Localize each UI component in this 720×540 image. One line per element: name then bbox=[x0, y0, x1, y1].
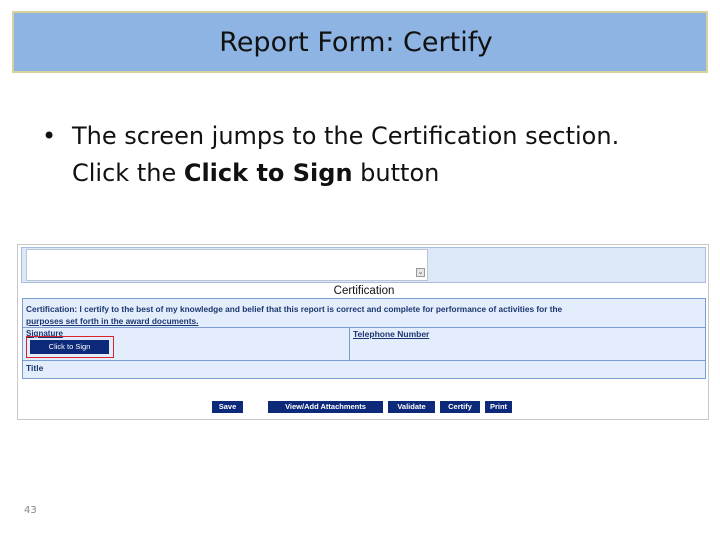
slide-title: Report Form: Certify bbox=[219, 26, 493, 58]
validate-button[interactable]: Validate bbox=[388, 401, 435, 413]
scroll-down-icon[interactable]: ⌄ bbox=[416, 268, 425, 277]
instruction-text-post: button bbox=[352, 159, 440, 187]
instruction-button-name: Click to Sign bbox=[183, 159, 353, 187]
comments-textarea[interactable] bbox=[26, 249, 428, 281]
title-label: Title bbox=[26, 363, 44, 373]
instruction-line-1: The screen jumps to the Certification se… bbox=[72, 122, 620, 150]
instruction-text-pre: Click the bbox=[72, 159, 184, 187]
save-button[interactable]: Save bbox=[212, 401, 243, 413]
certify-button[interactable]: Certify bbox=[440, 401, 480, 413]
instruction-line-2: Click the Click to Sign button bbox=[72, 155, 439, 192]
divider-vertical bbox=[349, 327, 350, 360]
certification-statement: Certification: I certify to the best of … bbox=[26, 303, 691, 327]
divider bbox=[23, 360, 705, 361]
certification-panel: Certification: I certify to the best of … bbox=[22, 298, 706, 379]
certification-heading: Certification bbox=[333, 285, 395, 297]
previous-section-band: ⌄ bbox=[21, 247, 706, 283]
slide-title-bar: Report Form: Certify bbox=[12, 11, 708, 73]
telephone-label: Telephone Number bbox=[353, 329, 430, 339]
bullet-dot: • bbox=[42, 122, 57, 150]
view-add-attachments-button[interactable]: View/Add Attachments bbox=[268, 401, 383, 413]
page-number: 43 bbox=[24, 505, 37, 516]
certification-statement-line-1: Certification: I certify to the best of … bbox=[26, 304, 563, 314]
sign-button-highlight bbox=[26, 336, 114, 358]
print-button[interactable]: Print bbox=[485, 401, 512, 413]
certification-statement-line-2: purposes set forth in the award document… bbox=[26, 316, 199, 326]
divider bbox=[23, 327, 705, 328]
form-screenshot: ⌄ Certification Certification: I certify… bbox=[17, 244, 709, 420]
